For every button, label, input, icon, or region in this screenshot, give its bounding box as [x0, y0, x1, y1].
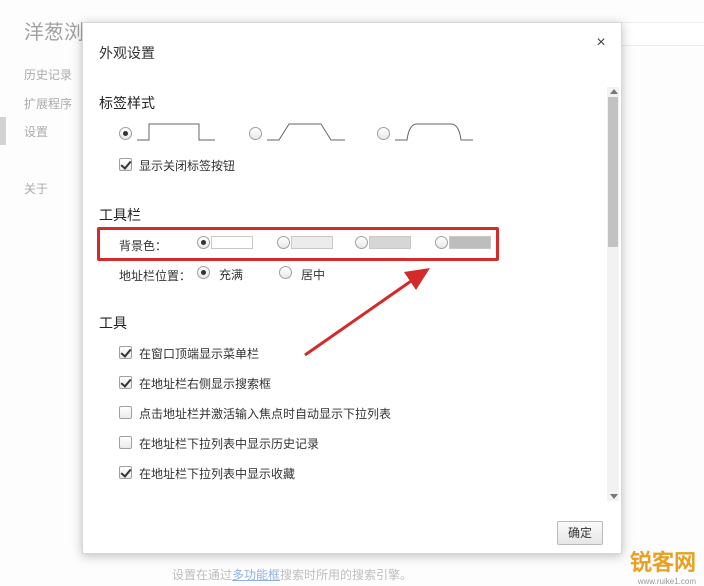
watermark-text: 锐客网	[629, 551, 696, 576]
annotation-arrow-icon	[304, 268, 430, 357]
watermark-url: www.ruike1.com	[637, 577, 696, 586]
watermark: 锐客网 www.ruike1.com	[630, 545, 696, 586]
